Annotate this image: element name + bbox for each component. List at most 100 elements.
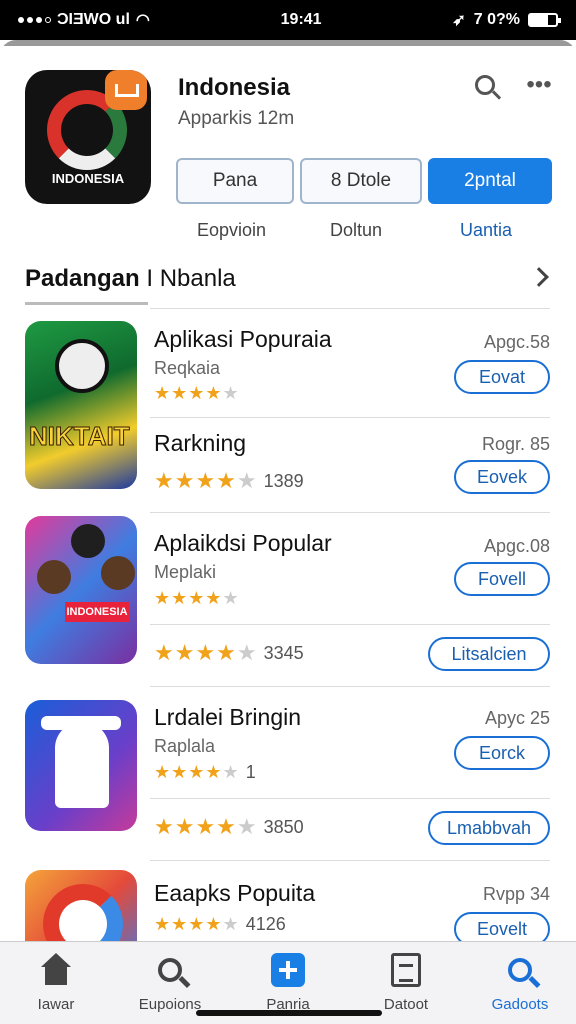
row-action-button[interactable]: Fovell — [454, 562, 550, 596]
row-divider — [150, 686, 550, 687]
carrier-label: ƆIƎWO ul — [57, 11, 130, 28]
app-icon: INDONESIA — [25, 70, 151, 204]
stars-icon: ★★★★★ — [154, 762, 240, 782]
stars-icon: ★★★★★ — [154, 588, 240, 608]
section-title-rest: I Nbanla — [139, 265, 236, 292]
rating-stars: ★★★★★ — [154, 383, 240, 404]
row-title[interactable]: Aplikasi Popuraia — [154, 326, 332, 353]
app-subtitle: Apparkis 12m — [178, 108, 295, 129]
row-divider — [150, 417, 550, 418]
document-icon — [391, 953, 421, 987]
rating-stars: ★★★★★ 4126 — [154, 914, 286, 935]
stars-icon: ★★★★★ — [154, 468, 258, 493]
row-title[interactable]: Lrdalei Bringin — [154, 704, 301, 731]
segment-button-3[interactable]: 2pntal — [428, 158, 552, 204]
game-title-art: NIKTAIT — [29, 421, 131, 452]
row-action-button[interactable]: Litsalcien — [428, 637, 550, 671]
battery-percent: 7 0?% — [473, 11, 520, 28]
segment-caption-2: Doltun — [330, 220, 383, 240]
rating-count: 1389 — [263, 470, 304, 491]
home-indicator[interactable] — [196, 1010, 382, 1016]
star-empty-icon: ★ — [222, 762, 240, 782]
star-empty-icon: ★ — [222, 383, 240, 403]
row-title[interactable]: Eaapks Popuita — [154, 880, 315, 907]
tab-explore[interactable]: Eupoions — [122, 950, 218, 1013]
row-meta: Apyc 25 — [484, 708, 550, 728]
thumbnail-silhouette[interactable] — [25, 700, 137, 831]
search-icon[interactable] — [470, 70, 500, 100]
silhouette-icon — [55, 722, 109, 808]
row-meta: Rogr. 85 — [481, 434, 550, 454]
search-icon — [508, 958, 532, 982]
segment-caption-3[interactable]: Uantia — [460, 220, 512, 241]
row-divider — [150, 512, 550, 513]
row-title[interactable]: Aplaikdsi Popular — [154, 530, 332, 557]
search-icon — [158, 958, 182, 982]
person-head — [71, 524, 105, 558]
row-divider — [150, 860, 550, 861]
row-subtitle: Meplaki — [154, 562, 217, 582]
section-divider — [150, 308, 550, 309]
status-right: ➶ 7 0?% — [452, 10, 561, 30]
tab-label: Gadoots — [491, 996, 549, 1013]
row-meta: Rvpp 34 — [482, 884, 550, 904]
rating-stars: ★★★★★ 1 — [154, 762, 256, 783]
more-icon[interactable]: ••• — [524, 70, 554, 100]
status-bar: ƆIƎWO ul ◠ 19:41 ➶ 7 0?% — [0, 0, 576, 40]
plus-icon — [271, 953, 305, 987]
row-title[interactable]: Rarkning — [154, 430, 246, 457]
thumbnail-people[interactable]: INDONESIA — [25, 516, 137, 664]
row-action-button[interactable]: Eovat — [454, 360, 550, 394]
thumbnail-game[interactable]: NIKTAIT — [25, 321, 137, 489]
people-banner: INDONESIA — [65, 602, 129, 622]
rating-stars: ★★★★★ 1389 — [154, 468, 304, 494]
row-divider — [150, 624, 550, 625]
row-meta: Apgc.58 — [483, 332, 550, 352]
battery-icon — [528, 13, 561, 27]
chevron-right-icon[interactable] — [529, 267, 549, 287]
section-underline — [25, 302, 148, 305]
row-subtitle: Reqkaia — [154, 358, 221, 378]
section-title-bold: Padangan — [25, 265, 140, 292]
star-empty-icon: ★ — [222, 588, 240, 608]
location-icon: ➶ — [452, 12, 466, 29]
star-empty-icon: ★ — [236, 640, 258, 665]
row-action-button[interactable]: Lmabbvah — [428, 811, 550, 845]
rating-stars: ★★★★★ 3850 — [154, 814, 304, 840]
rating-stars: ★★★★★ — [154, 588, 240, 609]
status-time: 19:41 — [280, 11, 322, 28]
status-left: ƆIƎWO ul ◠ — [18, 10, 150, 30]
segment-button-2[interactable]: 8 Dtole — [300, 158, 422, 204]
section-title: Padangan I Nbanla — [25, 265, 236, 293]
row-meta: Apgc.08 — [483, 536, 550, 556]
hat-shape — [41, 716, 121, 730]
row-action-button[interactable]: Eovek — [454, 460, 550, 494]
tab-add[interactable]: Panria — [240, 950, 336, 1013]
signal-dots-icon — [18, 17, 51, 23]
app-sheet: INDONESIA Indonesia Apparkis 12m ••• Pan… — [0, 40, 576, 1024]
app-title: Indonesia — [178, 74, 291, 101]
row-divider — [150, 798, 550, 799]
sheet-top-edge — [0, 40, 576, 46]
app-icon-label: INDONESIA — [51, 171, 125, 186]
wifi-icon: ◠ — [135, 12, 150, 29]
row-subtitle: Raplala — [154, 736, 216, 756]
segment-caption-1: Eopvioin — [197, 220, 267, 240]
stars-icon: ★★★★★ — [154, 814, 258, 839]
segment-button-1[interactable]: Pana — [176, 158, 294, 204]
star-empty-icon: ★ — [222, 914, 240, 934]
tab-home[interactable]: Iawar — [8, 950, 104, 1013]
stars-icon: ★★★★★ — [154, 640, 258, 665]
star-empty-icon: ★ — [236, 468, 258, 493]
rating-count: 4126 — [245, 914, 286, 934]
row-action-button[interactable]: Eorck — [454, 736, 550, 770]
stars-icon: ★★★★★ — [154, 383, 240, 403]
chat-bubble-icon — [105, 70, 147, 110]
stars-icon: ★★★★★ — [154, 914, 240, 934]
tab-documents[interactable]: Datoot — [358, 950, 454, 1013]
tab-label: Iawar — [37, 996, 75, 1013]
home-icon — [39, 953, 73, 987]
tab-search[interactable]: Gadoots — [472, 950, 568, 1013]
star-empty-icon: ★ — [236, 814, 258, 839]
person-head — [101, 556, 135, 590]
